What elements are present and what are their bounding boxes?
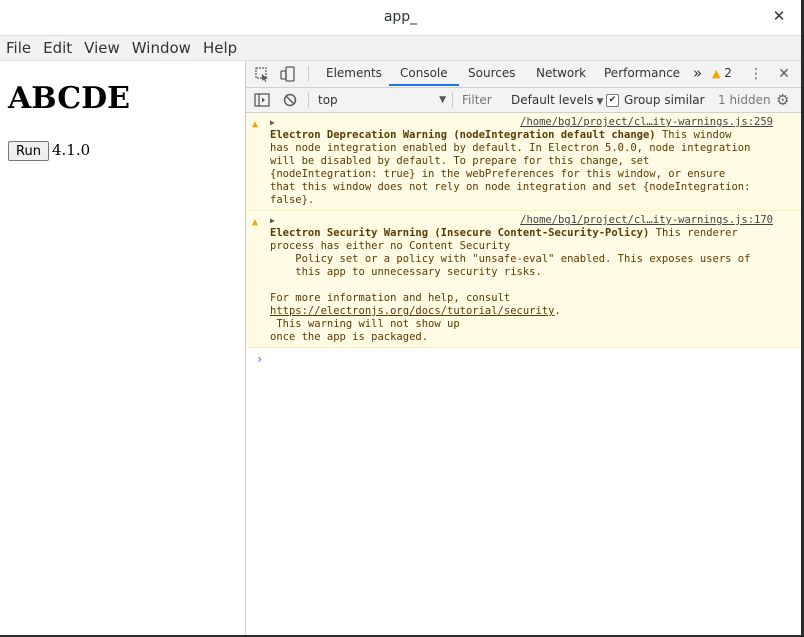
tab-console[interactable]: Console — [389, 61, 459, 86]
more-options-icon[interactable]: ⋮ — [748, 66, 764, 82]
log-levels-dropdown[interactable]: Default levels ▼ — [511, 92, 603, 110]
tab-elements[interactable]: Elements — [326, 61, 382, 86]
close-devtools-icon[interactable]: ✕ — [776, 66, 792, 82]
warning-icon: ▲ — [252, 217, 259, 228]
menu-view[interactable]: View — [78, 39, 126, 57]
message-text: This renderer — [649, 227, 738, 239]
tab-sources[interactable]: Sources — [468, 61, 515, 86]
log-levels-label: Default levels — [511, 93, 594, 107]
security-docs-link[interactable]: https://electronjs.org/docs/tutorial/sec… — [270, 305, 554, 317]
devtools-panel: Elements Console Sources Network Perform… — [246, 61, 801, 635]
warning-icon: ▲ — [712, 67, 721, 80]
source-link[interactable]: /home/bg1/project/cl…ity-warnings.js:170 — [520, 214, 773, 227]
gear-icon[interactable]: ⚙ — [776, 91, 789, 109]
prompt-chevron-icon: › — [256, 352, 264, 366]
hidden-messages-count: 1 hidden — [718, 93, 771, 107]
message-text: For more information and help, consult — [270, 292, 511, 304]
expand-triangle-icon[interactable]: ▶ — [270, 116, 275, 129]
console-messages: ▲ ▶ /home/bg1/project/cl…ity-warnings.js… — [246, 113, 801, 635]
message-text — [270, 279, 773, 292]
chevron-down-icon: ▼ — [439, 95, 446, 105]
warning-icon: ▲ — [252, 119, 259, 130]
message-text: false}. — [270, 194, 315, 206]
message-text: process has either no Content Security — [270, 240, 511, 252]
message-text: will be disabled by default. To prepare … — [270, 155, 650, 167]
message-text: {nodeIntegration: true} in the webPrefer… — [270, 168, 726, 180]
warning-count: 2 — [724, 66, 732, 80]
menu-bar: File Edit View Window Help — [0, 36, 801, 61]
menu-window[interactable]: Window — [126, 39, 197, 57]
version-text: 4.1.0 — [52, 141, 91, 159]
window-title: app_ — [383, 9, 418, 25]
message-text: Policy set or a policy with "unsafe-eval… — [270, 253, 751, 265]
console-prompt[interactable]: › — [246, 348, 801, 366]
devtools-tab-bar: Elements Console Sources Network Perform… — [246, 61, 801, 88]
message-text: This warning will not show up — [270, 318, 460, 330]
tab-network[interactable]: Network — [536, 61, 586, 86]
message-text: that this window does not rely on node i… — [270, 181, 751, 193]
console-warning-message: ▲ ▶ /home/bg1/project/cl…ity-warnings.js… — [246, 211, 801, 348]
message-text: once the app is packaged. — [270, 331, 429, 343]
menu-edit[interactable]: Edit — [37, 39, 78, 57]
message-text: this app to unnecessary security risks. — [270, 266, 542, 278]
menu-help[interactable]: Help — [197, 39, 243, 57]
toolbar-divider — [308, 66, 309, 82]
clear-console-icon[interactable] — [282, 92, 298, 108]
more-tabs-button[interactable]: » — [693, 61, 702, 86]
close-window-button[interactable]: ✕ — [769, 6, 789, 26]
warning-title: Electron Deprecation Warning (nodeIntegr… — [270, 129, 656, 141]
filter-input[interactable] — [458, 91, 511, 109]
inspect-element-icon[interactable] — [254, 66, 270, 82]
group-similar-checkbox[interactable]: ✔ — [606, 93, 619, 107]
context-value: top — [318, 93, 338, 107]
message-text: . — [554, 305, 561, 317]
console-toolbar: top ▼ Default levels▼ ✔ Group similar 1 … — [246, 88, 801, 113]
group-similar-label: Group similar — [624, 93, 705, 107]
run-button[interactable]: Run — [8, 141, 49, 161]
device-toolbar-icon[interactable] — [280, 66, 296, 82]
chevron-down-icon: ▼ — [596, 97, 604, 107]
menu-file[interactable]: File — [0, 39, 37, 57]
tab-performance[interactable]: Performance — [604, 61, 680, 86]
page-heading: ABCDE — [8, 81, 130, 116]
group-similar-toggle[interactable]: ✔ Group similar — [606, 92, 705, 108]
app-window: app_ ✕ File Edit View Window Help ABCDE … — [0, 0, 801, 635]
title-bar: app_ ✕ — [0, 0, 801, 36]
toolbar-divider — [308, 92, 309, 108]
app-content: ABCDE Run 4.1.0 — [0, 61, 246, 635]
context-selector[interactable]: top ▼ — [318, 92, 446, 108]
toolbar-divider — [452, 92, 453, 108]
warning-count-badge[interactable]: ▲ 2 — [712, 61, 732, 86]
warning-title: Electron Security Warning (Insecure Cont… — [270, 227, 650, 239]
console-warning-message: ▲ ▶ /home/bg1/project/cl…ity-warnings.js… — [246, 113, 801, 211]
expand-triangle-icon[interactable]: ▶ — [270, 214, 275, 227]
message-text: has node integration enabled by default.… — [270, 142, 751, 154]
source-link[interactable]: /home/bg1/project/cl…ity-warnings.js:259 — [520, 116, 773, 129]
message-text: This window — [655, 129, 732, 141]
console-sidebar-icon[interactable] — [254, 92, 270, 108]
